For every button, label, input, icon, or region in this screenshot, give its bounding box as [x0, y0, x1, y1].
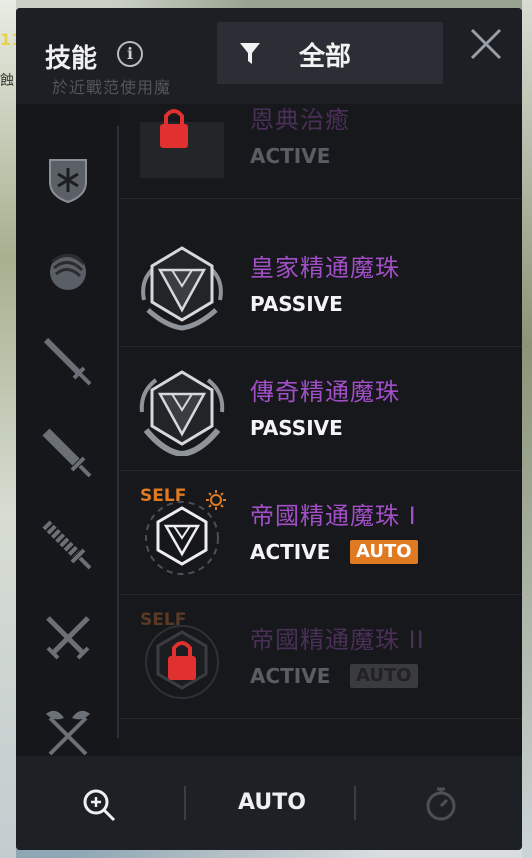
- close-icon[interactable]: [468, 26, 504, 62]
- filter-dropdown[interactable]: 全部: [217, 22, 443, 84]
- panel-header: 技能 i 全部 於近戰范使用魔: [16, 8, 522, 104]
- info-icon[interactable]: i: [117, 41, 143, 67]
- crossed-swords-icon[interactable]: [42, 612, 94, 664]
- sidebar-divider: [117, 126, 119, 738]
- skill-name: 帝國精通魔珠 I: [250, 502, 417, 530]
- skill-row[interactable]: SELF 帝國精通魔珠 I ACTIVE AUTO: [120, 470, 522, 595]
- skills-panel: 技能 i 全部 於近戰范使用魔 恩典治癒 ACTIVE 皇家精通魔珠 PASSI…: [16, 8, 522, 850]
- game-background-left: [0, 0, 16, 858]
- footer-separator: [354, 786, 356, 820]
- filter-label: 全部: [299, 42, 352, 72]
- skill-type: ACTIVE: [250, 144, 331, 168]
- royal-orb-icon: [141, 246, 223, 331]
- skill-type: PASSIVE: [250, 292, 343, 316]
- skill-row[interactable]: SELF 帝國精通魔珠 II ACTIVE AUTO: [120, 594, 522, 719]
- category-sidebar: [16, 104, 118, 756]
- skill-type: ACTIVE: [250, 664, 331, 688]
- skill-name: 傳奇精通魔珠: [250, 378, 400, 406]
- self-badge: SELF: [140, 486, 187, 506]
- zoom-in-icon[interactable]: [82, 788, 116, 822]
- footer-separator: [184, 786, 186, 820]
- game-background-right: [522, 0, 532, 858]
- skill-name: 帝國精通魔珠 II: [250, 626, 425, 654]
- skill-row[interactable]: 傳奇精通魔珠 PASSIVE: [120, 346, 522, 471]
- auto-button[interactable]: AUTO: [238, 790, 306, 815]
- serrated-sword-icon[interactable]: [42, 520, 94, 572]
- broadsword-icon[interactable]: [42, 428, 94, 480]
- skill-name: 皇家精通魔珠: [250, 254, 400, 282]
- shield-icon[interactable]: [42, 152, 94, 204]
- skill-row[interactable]: 皇家精通魔珠 PASSIVE: [120, 222, 522, 347]
- skill-row[interactable]: 恩典治癒 ACTIVE: [120, 104, 522, 199]
- auto-badge[interactable]: AUTO: [350, 664, 418, 688]
- skill-type: PASSIVE: [250, 416, 343, 440]
- legendary-orb-icon: [139, 370, 225, 456]
- filter-icon: [240, 43, 260, 64]
- skill-list[interactable]: 恩典治癒 ACTIVE 皇家精通魔珠 PASSIVE 傳奇精通魔珠 PASSIV…: [120, 104, 522, 756]
- panel-title: 技能: [45, 44, 98, 74]
- stopwatch-icon[interactable]: [424, 786, 458, 822]
- auto-badge[interactable]: AUTO: [350, 540, 418, 564]
- panel-footer: AUTO: [16, 756, 522, 850]
- skill-name: 恩典治癒: [250, 106, 350, 134]
- background-text-2: 蝕: [0, 73, 14, 89]
- sword-icon[interactable]: [42, 336, 94, 388]
- orb-icon[interactable]: [42, 244, 94, 296]
- skill-type: ACTIVE: [250, 540, 331, 564]
- crossed-axes-icon[interactable]: [42, 704, 94, 756]
- ghost-hint-text: 於近戰范使用魔: [52, 78, 172, 97]
- skill-icon: [140, 109, 224, 178]
- self-badge: SELF: [140, 610, 187, 630]
